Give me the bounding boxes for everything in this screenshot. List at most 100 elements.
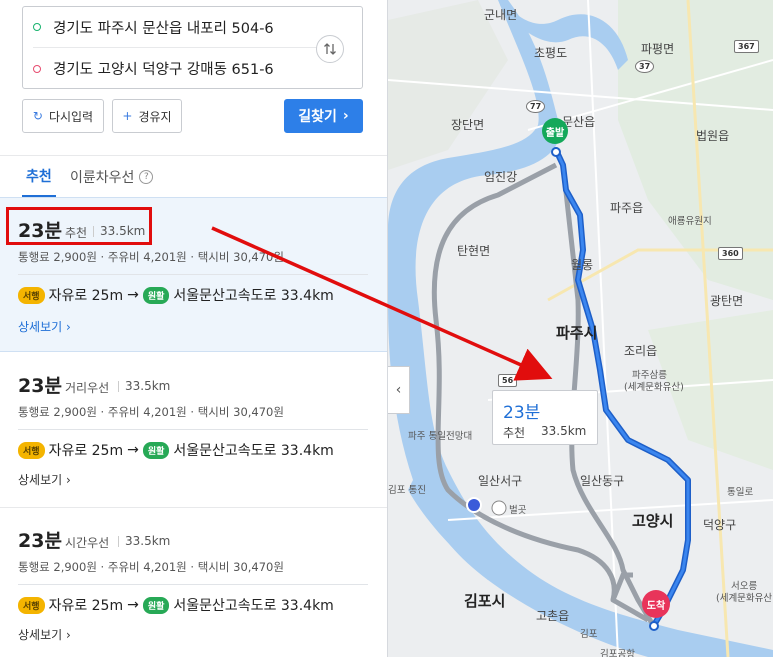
route-distance: 33.5km — [125, 379, 171, 393]
map-label-ilsanseo: 일산서구 — [478, 474, 523, 488]
segment-2: 서울문산고속도로 33.4km — [173, 598, 334, 614]
tab-recommended[interactable]: 추천 — [22, 156, 56, 197]
detail-link-label: 상세보기 — [18, 473, 63, 487]
map-label-aeryung: 애룡유원지 — [668, 216, 712, 227]
destination-text: 경기도 고양시 덕양구 강매동 651-6 — [53, 62, 274, 78]
map-label-world-heritage2: (세계문화유산) — [716, 593, 773, 604]
divider-line — [18, 274, 368, 275]
route-tabs: 추천 이륜차우선 ? — [0, 155, 387, 198]
waypoint-label: 경유지 — [138, 109, 172, 124]
route-fee: 통행료 2,900원 · 주유비 4,201원 · 택시비 30,470원 — [18, 250, 284, 264]
segment-2: 서울문산고속도로 33.4km — [173, 288, 334, 304]
destination-dot-icon — [33, 64, 41, 73]
map-label-jangdan: 장단면 — [451, 118, 485, 132]
route-shield-37: 37 — [635, 60, 655, 73]
segment-1: 자유로 25m — [48, 598, 124, 614]
destination-field[interactable]: 경기도 고양시 덕양구 강매동 651-6 — [33, 48, 323, 89]
tab-motorcycle[interactable]: 이륜차우선 ? — [70, 156, 154, 198]
reset-label: 다시입력 — [48, 109, 94, 124]
map-label-beolgot: 벌곳 — [509, 505, 527, 516]
traffic-smooth-badge: 원활 — [142, 441, 170, 459]
map-label-chopyeong: 초평도 — [534, 46, 568, 60]
route-card-shortest[interactable]: 23분 거리우선 33.5km 통행료 2,900원 · 주유비 4,201원 … — [0, 353, 387, 508]
map-label-gwangtan: 광탄면 — [710, 294, 744, 308]
map-label-gunnae: 군내면 — [484, 8, 518, 22]
map-label-paju-si: 파주시 — [556, 324, 598, 342]
map-label-paju-eup: 파주읍 — [610, 201, 644, 215]
map-label-gimpo-si: 김포시 — [464, 592, 506, 610]
plus-icon: + — [122, 109, 133, 123]
chevron-left-icon: ‹ — [395, 382, 402, 398]
refresh-icon: ↻ — [32, 109, 43, 123]
popup-time: 23분 — [503, 403, 541, 423]
detail-link[interactable]: 상세보기 › — [18, 626, 71, 643]
start-pin[interactable]: 출발 — [542, 118, 568, 144]
divider — [118, 381, 119, 392]
segment-1: 자유로 25m — [48, 443, 124, 459]
route-fee: 통행료 2,900원 · 주유비 4,201원 · 택시비 30,470원 — [18, 560, 284, 574]
end-pin[interactable]: 도착 — [642, 590, 670, 618]
popup-type: 추천 — [503, 426, 526, 440]
origin-text: 경기도 파주시 문산읍 내포리 504-6 — [53, 20, 274, 37]
map-label-goyang: 고양시 — [632, 512, 674, 530]
route-input-box: 경기도 파주시 문산읍 내포리 504-6 경기도 고양시 덕양구 강매동 65… — [22, 6, 363, 89]
route-fee: 통행료 2,900원 · 주유비 4,201원 · 택시비 30,470원 — [18, 405, 284, 419]
map-label-ilsandong: 일산동구 — [580, 474, 625, 488]
route-shield-367: 367 — [734, 40, 759, 53]
traffic-slow-badge: 서행 — [18, 286, 45, 304]
traffic-smooth-badge: 원활 — [142, 596, 170, 614]
route-card-fastest[interactable]: 23분 시간우선 33.5km 통행료 2,900원 · 주유비 4,201원 … — [0, 508, 387, 657]
map-label-gimpo-ic: 김포 — [580, 629, 598, 640]
collapse-panel-button[interactable]: ‹ — [388, 366, 410, 414]
map-label-gochon: 고촌읍 — [536, 609, 570, 623]
map-label-beobwon: 법원읍 — [696, 129, 730, 143]
detail-link[interactable]: 상세보기 › — [18, 471, 71, 488]
tab-motorcycle-label: 이륜차우선 — [70, 170, 135, 186]
swap-route-button[interactable] — [316, 35, 344, 63]
route-panel: 경기도 파주시 문산읍 내포리 504-6 경기도 고양시 덕양구 강매동 65… — [0, 0, 388, 657]
origin-field[interactable]: 경기도 파주시 문산읍 내포리 504-6 — [33, 7, 323, 48]
reset-button[interactable]: ↻ 다시입력 — [22, 99, 104, 133]
highlight-box — [6, 207, 152, 245]
route-time: 23분 — [18, 530, 62, 552]
segment-2: 서울문산고속도로 33.4km — [173, 443, 334, 459]
map-label-paju-tongil: 파주 통일전망대 — [408, 431, 473, 442]
route-segments: 서행 자유로 25m → 원활 서울문산고속도로 33.4km — [18, 440, 334, 460]
map-label-jori: 조리읍 — [624, 344, 658, 358]
route-segments: 서행 자유로 25m → 원활 서울문산고속도로 33.4km — [18, 285, 334, 305]
help-icon[interactable]: ? — [139, 170, 154, 184]
route-shield-77: 77 — [526, 100, 546, 113]
map-label-wollong: 월롱 — [571, 258, 594, 272]
segment-1: 자유로 25m — [48, 288, 124, 304]
map-label-imjingang: 임진강 — [484, 170, 518, 184]
route-summary-popup[interactable]: 23분 추천 33.5km — [492, 390, 598, 445]
swap-arrows-icon — [324, 43, 336, 55]
find-route-button[interactable]: 길찾기 › — [284, 99, 363, 133]
map-view[interactable]: 군내면 초평도 파평면 장단면 문산읍 법원읍 임진강 파주읍 애룡유원지 탄현… — [388, 0, 773, 657]
origin-dot-icon — [33, 23, 41, 31]
detail-link[interactable]: 상세보기 › — [18, 318, 71, 335]
traffic-slow-badge: 서행 — [18, 596, 45, 614]
map-label-gimpo-tongjin: 김포 통진 — [388, 485, 426, 496]
arrow-right-icon: → — [127, 287, 139, 303]
find-route-label: 길찾기 — [298, 109, 337, 125]
divider-line — [18, 429, 368, 430]
map-label-deogyang: 덕양구 — [703, 518, 737, 532]
traffic-slow-badge: 서행 — [18, 441, 45, 459]
route-time: 23분 — [18, 375, 62, 397]
arrow-right-icon: → — [127, 597, 139, 613]
route-distance: 33.5km — [125, 534, 171, 548]
popup-distance: 33.5km — [541, 424, 587, 438]
route-type: 거리우선 — [65, 381, 110, 395]
route-shield-360: 360 — [718, 247, 743, 260]
map-label-world-heritage: (세계문화유산) — [624, 382, 684, 393]
route-type: 시간우선 — [65, 536, 110, 550]
map-label-tanhyeon: 탄현면 — [457, 244, 491, 258]
detail-link-label: 상세보기 — [18, 628, 63, 642]
arrow-right-icon: → — [127, 442, 139, 458]
map-label-gimpo-airport: 김포공항 — [600, 649, 635, 657]
add-waypoint-button[interactable]: + 경유지 — [112, 99, 182, 133]
traffic-smooth-badge: 원활 — [142, 286, 170, 304]
divider — [118, 536, 119, 547]
map-label-papyeong: 파평면 — [641, 42, 675, 56]
